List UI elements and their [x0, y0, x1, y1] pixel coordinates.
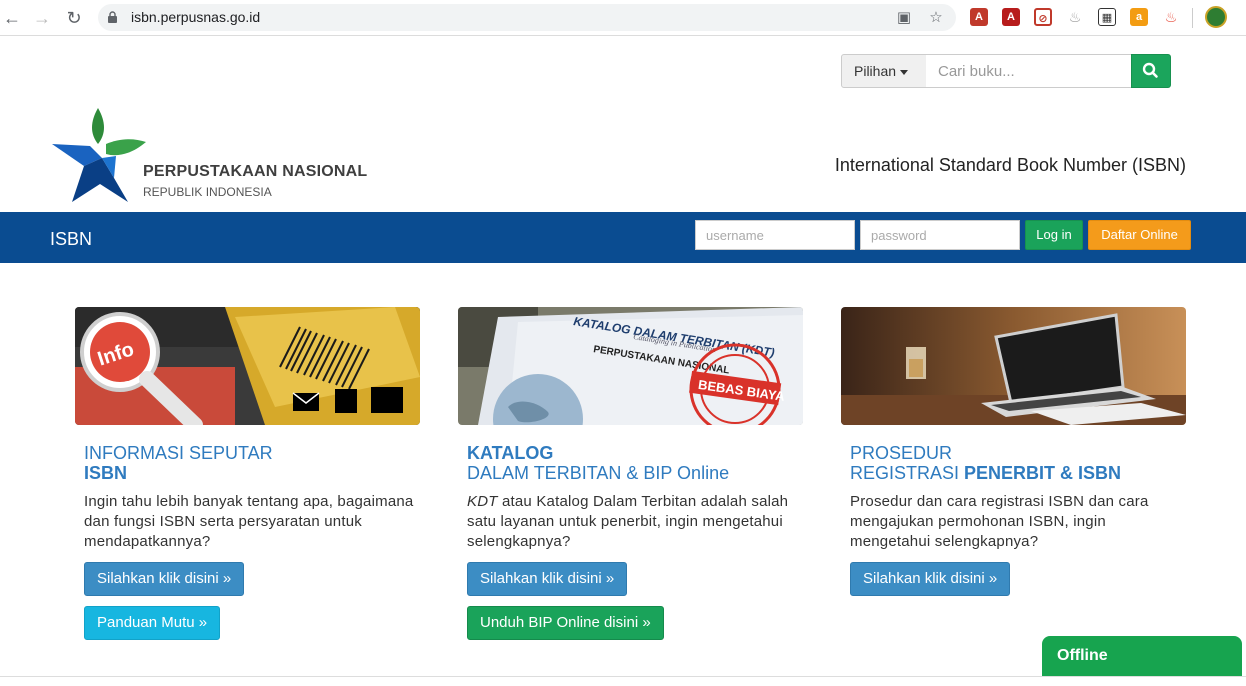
register-online-button[interactable]: Daftar Online	[1088, 220, 1191, 250]
browser-toolbar: ← → ↻ isbn.perpusnas.go.id ▣ ☆ A A ⊘ ♨ ▦…	[0, 0, 1246, 36]
card-prosedur-image	[841, 307, 1186, 425]
kdt-more-button[interactable]: Silahkan klik disini »	[467, 562, 628, 596]
username-input[interactable]	[695, 220, 855, 250]
password-input[interactable]	[860, 220, 1020, 250]
navbar-brand[interactable]: ISBN	[50, 229, 92, 250]
logo-title: PERPUSTAKAAN NASIONAL	[143, 163, 368, 180]
login-button[interactable]: Log in	[1025, 220, 1083, 250]
forward-icon[interactable]: →	[30, 6, 54, 30]
chat-status-widget[interactable]: Offline	[1042, 636, 1242, 676]
lock-icon	[108, 11, 117, 23]
url-text: isbn.perpusnas.go.id	[131, 9, 261, 25]
caret-down-icon	[900, 69, 909, 75]
pdf-extension-icon[interactable]: A	[970, 8, 988, 26]
qr-extension-icon[interactable]: ▦	[1098, 8, 1116, 26]
toolbar-divider	[1192, 8, 1193, 28]
card-info-description: Ingin tahu lebih banyak tentang apa, bag…	[84, 493, 414, 550]
profile-avatar[interactable]	[1205, 6, 1227, 28]
site-logo[interactable]: PERPUSTAKAAN NASIONAL REPUBLIK INDONESIA	[50, 108, 370, 208]
prosedur-more-button[interactable]: Silahkan klik disini »	[850, 562, 1011, 596]
search-input[interactable]	[926, 54, 1132, 88]
card-prosedur-description: Prosedur dan cara registrasi ISBN dan ca…	[850, 493, 1149, 550]
adblock-extension-icon[interactable]: ⊘	[1034, 8, 1052, 26]
card-kdt-image: KATALOG DALAM TERBITAN (KDT) Cataloging …	[458, 307, 803, 425]
address-bar[interactable]: isbn.perpusnas.go.id ▣ ☆	[98, 4, 956, 31]
translate-icon[interactable]: ▣	[894, 8, 914, 28]
back-icon[interactable]: ←	[0, 6, 24, 30]
card-info-title: INFORMASI SEPUTAR ISBN	[84, 443, 273, 483]
search-button[interactable]	[1131, 54, 1171, 88]
logo-subtitle: REPUBLIK INDONESIA	[143, 185, 272, 199]
fire-extension-icon[interactable]: ♨	[1162, 8, 1180, 26]
card-kdt-title: KATALOG DALAM TERBITAN & BIP Online	[467, 443, 730, 483]
main-navbar: ISBN Log in Daftar Online	[0, 212, 1246, 263]
search-option-label: Pilihan	[854, 63, 897, 79]
page-divider	[0, 676, 1246, 677]
search-icon	[1142, 62, 1158, 78]
download-bip-button[interactable]: Unduh BIP Online disini »	[467, 606, 664, 640]
info-more-button[interactable]: Silahkan klik disini »	[84, 562, 245, 596]
acrobat-extension-icon[interactable]: A	[1002, 8, 1020, 26]
search-option-dropdown[interactable]: Pilihan	[841, 54, 927, 88]
shop-extension-icon[interactable]: a	[1130, 8, 1148, 26]
bookmark-star-icon[interactable]: ☆	[926, 8, 946, 28]
quality-guide-button[interactable]: Panduan Mutu »	[84, 606, 221, 640]
card-info-image: Info	[75, 307, 420, 425]
card-kdt-description: KDT atau Katalog Dalam Terbitan adalah s…	[467, 493, 789, 550]
site-tagline: International Standard Book Number (ISBN…	[834, 155, 1186, 175]
reload-icon[interactable]: ↻	[62, 6, 86, 30]
star-logo-icon	[52, 108, 146, 202]
java-extension-icon[interactable]: ♨	[1066, 8, 1084, 26]
card-prosedur-title: PROSEDUR REGISTRASI PENERBIT & ISBN	[850, 443, 1122, 483]
